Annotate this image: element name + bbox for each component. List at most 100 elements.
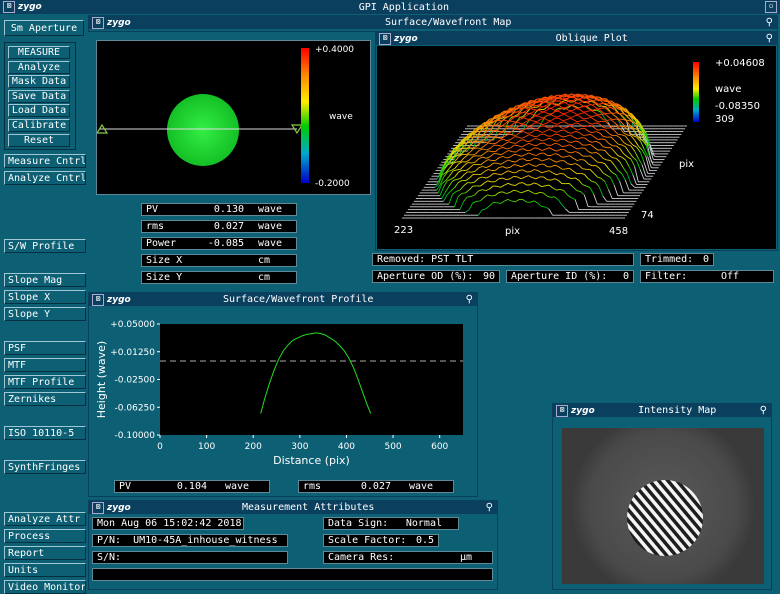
data-sign-label: Data Sign: [328, 518, 389, 529]
sidebar-item-psf[interactable]: PSF [4, 341, 86, 355]
stat-name: Size Y [146, 272, 183, 283]
sidebar-button-reset[interactable]: Reset [8, 133, 70, 147]
x-tick-label: 300 [291, 442, 308, 452]
sidebar-item-slope-mag[interactable]: Slope Mag [4, 273, 86, 287]
sidebar-item-synthfringes[interactable]: SynthFringes [4, 460, 86, 474]
sidebar-item-process[interactable]: Process [4, 529, 86, 543]
stat-name: rms [146, 221, 165, 232]
sidebar-item-slope-x[interactable]: Slope X [4, 290, 86, 304]
sidebar-item-slope-y[interactable]: Slope Y [4, 307, 86, 321]
zygo-logo: zygo [18, 2, 42, 12]
oblique-colorbar-unit: wave [715, 84, 741, 95]
sidebar-item-iso-10110-5[interactable]: ISO 10110-5 [4, 426, 86, 440]
colorbar-unit: wave [329, 112, 353, 122]
sidebar-item-analyze-attr[interactable]: Analyze Attr [4, 512, 86, 526]
sn-field[interactable]: S/N: [92, 551, 288, 564]
y-tick-label: -0.02500 [115, 376, 156, 386]
sidebar-button-analyze[interactable]: Analyze [8, 60, 70, 74]
app-title: GPI Application [358, 1, 450, 13]
colorbar-max: +0.4000 [315, 45, 354, 55]
minimize-icon[interactable]: ▫ [765, 1, 777, 13]
profile-rms-field: rms 0.027 wave [298, 480, 454, 493]
close-icon[interactable]: ⊠ [556, 404, 568, 417]
stat-unit: cm [258, 255, 271, 266]
sidebar-button-load-data[interactable]: Load Data [8, 104, 70, 118]
profile-pv-name: PV [119, 481, 132, 492]
x-tick-label: 200 [245, 442, 262, 452]
stat-unit: wave [258, 238, 283, 249]
y-axis-label: Height (wave) [95, 341, 108, 418]
close-icon[interactable]: ⊠ [92, 501, 104, 514]
oblique-plot-svg: +0.04608 wave -0.08350 309 pix 74 223 pi… [394, 58, 765, 237]
trimmed-field: Trimmed: 0 [640, 253, 714, 266]
aperture-od-field: Aperture OD (%): 90 [372, 270, 500, 283]
pin-icon[interactable]: ⚲ [760, 405, 767, 416]
stat-size-y: Size Y cm [141, 271, 297, 284]
pn-field[interactable]: P/N: UM10-45A_inhouse_witness [92, 534, 288, 547]
close-icon[interactable]: ⊠ [379, 32, 391, 45]
x-tick-label: 500 [384, 442, 401, 452]
profile-titlebar: ⊠ zygo Surface/Wavefront Profile ⚲ [89, 293, 477, 306]
sidebar-button-mask-data[interactable]: Mask Data [8, 75, 70, 89]
close-icon[interactable]: ⊠ [92, 293, 104, 306]
sidebar-item-mtf[interactable]: MTF [4, 358, 86, 372]
profile-title: Surface/Wavefront Profile [222, 294, 374, 305]
oblique-titlebar: ⊠ zygo Oblique Plot ⚲ [376, 32, 777, 45]
sidebar-item-zernikes[interactable]: Zernikes [4, 392, 86, 406]
x-tick-label: 600 [431, 442, 448, 452]
oblique-x-label: pix [505, 226, 520, 237]
profile-pv-value: 0.104 [176, 481, 207, 492]
y-tick-label: +0.01250 [110, 348, 155, 358]
scale-factor-label: Scale Factor: [328, 535, 407, 546]
intensity-map-view[interactable] [562, 428, 764, 584]
sidebar-button-save-data[interactable]: Save Data [8, 89, 70, 103]
stat-value: -0.085 [207, 238, 244, 249]
trimmed-value: 0 [702, 254, 709, 265]
measurement-date-field: Mon Aug 06 15:02:42 2018 [92, 517, 244, 530]
oblique-wireframe [402, 93, 687, 219]
y-tick-label: +0.05000 [110, 320, 155, 330]
app-titlebar: ⊠ zygo GPI Application ▫ [0, 0, 780, 14]
measurement-note-field[interactable] [92, 568, 493, 581]
surface-map-titlebar: ⊠ zygo Surface/Wavefront Map ⚲ [89, 16, 777, 29]
stat-power: Power -0.085 wave [141, 237, 297, 250]
stat-name: Size X [146, 255, 183, 266]
sidebar-item-report[interactable]: Report [4, 546, 86, 560]
surface-map-svg: +0.4000 wave -0.2000 [95, 45, 354, 189]
sidebar-item-measure-cntrl[interactable]: Measure Cntrl [4, 154, 86, 168]
pin-icon[interactable]: ⚲ [466, 294, 473, 305]
sidebar-item-units[interactable]: Units [4, 563, 86, 577]
zygo-logo: zygo [107, 17, 131, 28]
sidebar-item-video-monitor[interactable]: Video Monitor [4, 580, 86, 594]
zygo-logo: zygo [394, 33, 418, 44]
surface-map-view[interactable]: +0.4000 wave -0.2000 [95, 40, 371, 195]
pn-label: P/N: [97, 535, 122, 546]
zygo-logo: zygo [571, 405, 595, 416]
sidebar-button-calibrate[interactable]: Calibrate [8, 119, 70, 132]
pin-icon[interactable]: ⚲ [766, 33, 773, 44]
profile-pv-field: PV 0.104 wave [114, 480, 270, 493]
removed-field: Removed: PST TLT [372, 253, 634, 266]
close-icon[interactable]: ⊠ [3, 1, 15, 13]
stat-size-x: Size X cm [141, 254, 297, 267]
profile-chart[interactable]: +0.05000 +0.01250 -0.02500 -0.06250 -0.10000… [91, 309, 471, 475]
x-axis-label: Distance (pix) [273, 454, 350, 467]
oblique-y-min: 74 [641, 210, 654, 221]
aperture-od-value: 90 [482, 271, 495, 282]
pin-icon[interactable]: ⚲ [766, 17, 773, 28]
sidebar-button-measure[interactable]: MEASURE [8, 46, 70, 59]
sidebar-item-s-w-profile[interactable]: S/W Profile [4, 239, 86, 253]
stat-value: 0.027 [213, 221, 244, 232]
oblique-colorbar [693, 62, 699, 122]
surface-map-colorbar [301, 48, 309, 183]
oblique-plot-view[interactable]: +0.04608 wave -0.08350 309 pix 74 223 pi… [377, 46, 776, 249]
close-icon[interactable]: ⊠ [92, 16, 104, 29]
fringe-pattern [627, 480, 703, 556]
x-tick-label: 0 [157, 442, 163, 452]
pin-icon[interactable]: ⚲ [486, 502, 493, 513]
sidebar-item-analyze-cntrl[interactable]: Analyze Cntrl [4, 171, 86, 185]
profile-rms-name: rms [303, 481, 322, 492]
stat-unit: wave [258, 204, 283, 215]
sidebar-item-mtf-profile[interactable]: MTF Profile [4, 375, 86, 389]
sm-aperture-button[interactable]: Sm Aperture [4, 20, 84, 36]
